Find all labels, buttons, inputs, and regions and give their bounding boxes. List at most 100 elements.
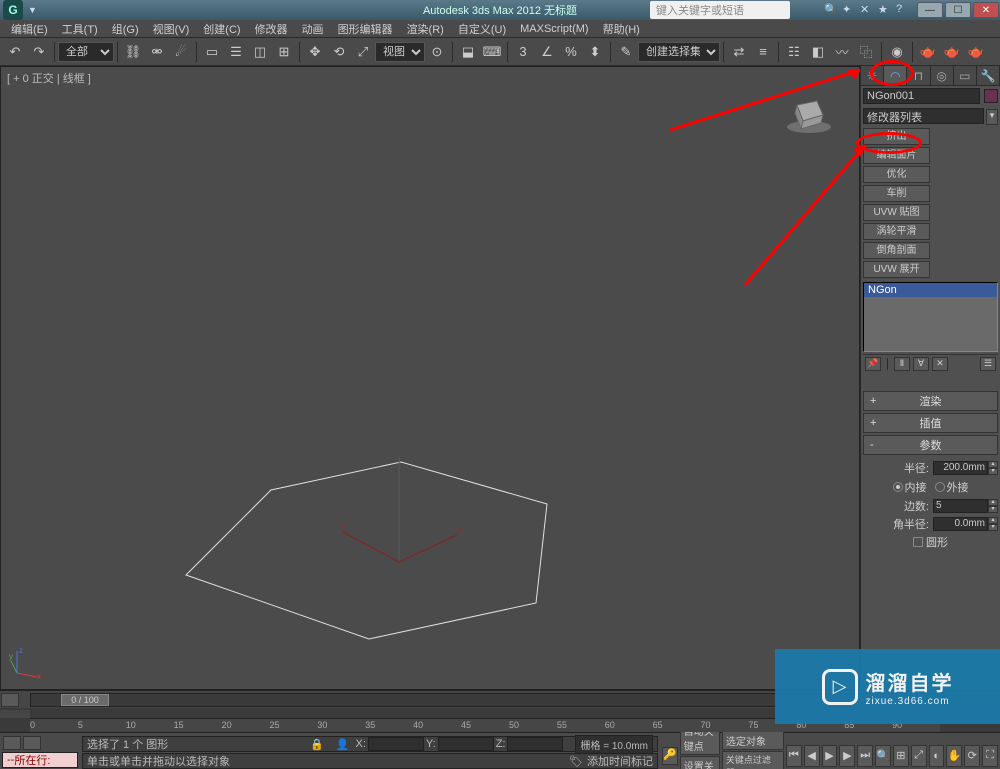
stack-item-ngon[interactable]: NGon: [864, 283, 997, 297]
goto-start-button[interactable]: ⏮: [786, 745, 802, 767]
key-filters-button[interactable]: 关键点过滤器...: [722, 751, 784, 769]
ref-coord-combo[interactable]: 视图: [375, 42, 425, 62]
menu-tools[interactable]: 工具(T): [55, 20, 105, 38]
align-button[interactable]: ≡: [752, 41, 774, 63]
play-button[interactable]: ▶: [822, 745, 838, 767]
keyboard-shortcut-button[interactable]: ⌨: [481, 41, 503, 63]
mod-btn-lathe[interactable]: 车削: [863, 185, 930, 202]
maxscript-mini-2[interactable]: [23, 736, 41, 750]
mod-btn-extrude[interactable]: 挤出: [863, 128, 930, 145]
subscription-icon[interactable]: ✦: [842, 3, 856, 17]
create-tab[interactable]: ✳: [861, 66, 884, 85]
circular-checkbox[interactable]: [913, 537, 923, 547]
pin-stack-button[interactable]: 📌: [865, 357, 881, 371]
undo-button[interactable]: ↶: [4, 41, 26, 63]
cornerradius-spin-up[interactable]: ▴: [988, 517, 998, 524]
nav-pan-button[interactable]: ✋: [946, 745, 962, 767]
mod-btn-optimize[interactable]: 优化: [863, 166, 930, 183]
make-unique-button[interactable]: ∀: [913, 357, 929, 371]
goto-end-button[interactable]: ⏭: [857, 745, 873, 767]
search-box[interactable]: 键入关键字或短语: [650, 1, 790, 19]
radius-spin-down[interactable]: ▾: [988, 468, 998, 475]
show-end-result-button[interactable]: Ⅱ: [894, 357, 910, 371]
rollout-render[interactable]: +渲染: [863, 391, 998, 411]
window-crossing-button[interactable]: ⊞: [273, 41, 295, 63]
modifier-stack[interactable]: NGon: [863, 282, 998, 352]
rendered-frame-button[interactable]: 🫖: [941, 41, 963, 63]
select-manipulate-button[interactable]: ⬓: [457, 41, 479, 63]
menu-maxscript[interactable]: MAXScript(M): [513, 22, 595, 36]
select-link-button[interactable]: ⛓: [122, 41, 144, 63]
menu-customize[interactable]: 自定义(U): [451, 20, 513, 38]
utilities-tab[interactable]: 🔧: [977, 66, 1000, 85]
cornerradius-spinner[interactable]: 0.0mm: [933, 517, 988, 531]
setkey-button[interactable]: 设置关键点: [680, 756, 720, 769]
object-color-swatch[interactable]: [984, 89, 998, 103]
add-time-tag[interactable]: 添加时间标记: [587, 753, 653, 769]
help-icon[interactable]: ?: [896, 3, 910, 17]
mod-btn-editpatch[interactable]: 编辑面片: [863, 147, 930, 164]
menu-help[interactable]: 帮助(H): [596, 20, 647, 38]
coord-y[interactable]: [438, 737, 494, 751]
time-tag-icon[interactable]: 🏷: [569, 755, 583, 768]
menu-views[interactable]: 视图(V): [146, 20, 197, 38]
maxscript-mini-1[interactable]: [3, 736, 21, 750]
radius-spinner[interactable]: 200.0mm: [933, 461, 988, 475]
mod-btn-bevelprofile[interactable]: 倒角剖面: [863, 242, 930, 259]
modifier-list-dropdown[interactable]: ▾: [986, 109, 998, 125]
unlink-button[interactable]: ⚮: [146, 41, 168, 63]
viewport[interactable]: [ + 0 正交 | 线框 ] y x x y z: [0, 66, 860, 690]
viewport-label[interactable]: [ + 0 正交 | 线框 ]: [7, 70, 91, 86]
hierarchy-tab[interactable]: ⊓: [907, 66, 930, 85]
mirror-button[interactable]: ⇄: [728, 41, 750, 63]
select-by-name-button[interactable]: ☰: [225, 41, 247, 63]
maximize-button[interactable]: ☐: [945, 2, 971, 18]
menu-modifiers[interactable]: 修改器: [248, 20, 295, 38]
schematic-view-button[interactable]: ⿻: [855, 41, 877, 63]
named-sel-combo[interactable]: 创建选择集: [638, 42, 720, 62]
cornerradius-spin-down[interactable]: ▾: [988, 524, 998, 531]
mod-btn-uvwunwrap[interactable]: UVW 展开: [863, 261, 930, 278]
selection-lock-button[interactable]: 🔑: [662, 747, 678, 765]
spinner-snap-button[interactable]: ⬍: [584, 41, 606, 63]
angle-snap-button[interactable]: ∠: [536, 41, 558, 63]
inscribed-radio[interactable]: 内接: [893, 479, 927, 495]
qat-arrow-icon[interactable]: ▼: [28, 5, 37, 15]
menu-group[interactable]: 组(G): [105, 20, 146, 38]
time-slider-thumb[interactable]: 0 / 100: [61, 694, 109, 706]
nav-zoomext-button[interactable]: ⤢: [911, 745, 927, 767]
menu-create[interactable]: 创建(C): [196, 20, 247, 38]
rollout-interpolation[interactable]: +插值: [863, 413, 998, 433]
curve-editor-button[interactable]: 〰: [831, 41, 853, 63]
select-region-button[interactable]: ◫: [249, 41, 271, 63]
render-production-button[interactable]: 🫖: [965, 41, 987, 63]
radius-spin-up[interactable]: ▴: [988, 461, 998, 468]
nav-maximize-button[interactable]: ⛶: [982, 745, 998, 767]
mod-btn-turbosmooth[interactable]: 涡轮平滑: [863, 223, 930, 240]
layer-manager-button[interactable]: ☷: [783, 41, 805, 63]
isolate-icon[interactable]: 👤: [336, 738, 350, 751]
edit-named-sel-button[interactable]: ✎: [615, 41, 637, 63]
prev-frame-button[interactable]: ◀: [804, 745, 820, 767]
graphite-tools-button[interactable]: ◧: [807, 41, 829, 63]
infocenter-search-icon[interactable]: 🔍: [824, 3, 838, 17]
coord-x[interactable]: [368, 737, 424, 751]
circumscribed-radio[interactable]: 外接: [935, 479, 969, 495]
menu-animation[interactable]: 动画: [295, 20, 331, 38]
material-editor-button[interactable]: ◉: [886, 41, 908, 63]
nav-fov-button[interactable]: ◐: [929, 745, 945, 767]
modify-tab[interactable]: ◠: [884, 66, 907, 85]
lock-icon[interactable]: 🔒: [310, 738, 324, 751]
object-name-field[interactable]: NGon001: [863, 88, 980, 104]
bind-spacewarp-button[interactable]: ☄: [170, 41, 192, 63]
viewcube[interactable]: [779, 87, 839, 137]
nav-orbit-button[interactable]: ⟳: [964, 745, 980, 767]
mini-listener-button[interactable]: [1, 693, 19, 707]
menu-edit[interactable]: 编辑(E): [4, 20, 55, 38]
percent-snap-button[interactable]: %: [560, 41, 582, 63]
use-center-button[interactable]: ⊙: [426, 41, 448, 63]
select-rotate-button[interactable]: ⟲: [328, 41, 350, 63]
display-tab[interactable]: ▭: [954, 66, 977, 85]
render-setup-button[interactable]: 🫖: [917, 41, 939, 63]
minimize-button[interactable]: —: [917, 2, 943, 18]
